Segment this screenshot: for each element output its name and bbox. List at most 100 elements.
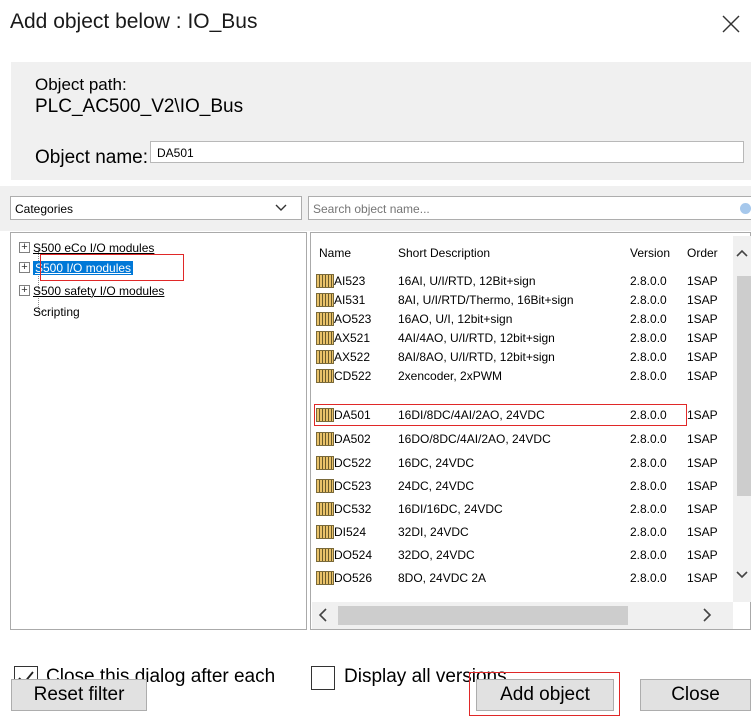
- add-object-button[interactable]: Add object: [476, 679, 614, 711]
- module-icon: [316, 548, 334, 562]
- row-order: 1SAP: [687, 369, 718, 383]
- table-row[interactable]: AX521 4AI/4AO, U/I/RTD, 12bit+sign 2.8.0…: [314, 329, 744, 348]
- expand-icon[interactable]: +: [19, 262, 30, 273]
- row-description: 8AI, U/I/RTD/Thermo, 16Bit+sign: [398, 293, 574, 307]
- row-version: 2.8.0.0: [630, 369, 667, 383]
- table-row[interactable]: CD522 2xencoder, 2xPWM 2.8.0.0 1SAP: [314, 367, 744, 386]
- tree-item-safety-io-modules[interactable]: + S500 safety I/O modules: [19, 284, 165, 302]
- row-description: 8DO, 24VDC 2A: [398, 571, 487, 585]
- row-version: 2.8.0.0: [630, 432, 667, 446]
- row-version: 2.8.0.0: [630, 548, 667, 562]
- row-description: 16AI, U/I/RTD, 12Bit+sign: [398, 274, 536, 288]
- row-version: 2.8.0.0: [630, 350, 667, 364]
- search-input[interactable]: [308, 196, 751, 220]
- table-row[interactable]: AO523 16AO, U/I, 12bit+sign 2.8.0.0 1SAP: [314, 310, 744, 329]
- module-icon: [316, 456, 334, 470]
- close-button[interactable]: Close: [640, 679, 751, 711]
- row-version: 2.8.0.0: [630, 571, 667, 585]
- row-version: 2.8.0.0: [630, 274, 667, 288]
- object-path-value: PLC_AC500_V2\IO_Bus: [35, 96, 244, 117]
- row-name: AO523: [334, 312, 372, 326]
- row-order: 1SAP: [687, 331, 718, 345]
- scroll-left-icon[interactable]: [318, 608, 328, 622]
- row-name: DC532: [334, 502, 372, 516]
- table-row[interactable]: DC532 16DI/16DC, 24VDC 2.8.0.0 1SAP: [314, 500, 744, 519]
- row-name: DI524: [334, 525, 367, 539]
- row-description: 16AO, U/I, 12bit+sign: [398, 312, 513, 326]
- search-icon[interactable]: [740, 203, 751, 214]
- module-icon: [316, 331, 334, 345]
- object-name-input[interactable]: [150, 141, 744, 163]
- table-row[interactable]: DO526 8DO, 24VDC 2A 2.8.0.0 1SAP: [314, 569, 744, 588]
- row-name: DC523: [334, 479, 372, 493]
- row-order: 1SAP: [687, 312, 718, 326]
- row-order: 1SAP: [687, 548, 718, 562]
- row-description: 16DI/16DC, 24VDC: [398, 502, 503, 516]
- row-order: 1SAP: [687, 571, 718, 585]
- row-order: 1SAP: [687, 293, 718, 307]
- chevron-down-icon[interactable]: [274, 203, 288, 213]
- row-highlight-box: [314, 404, 687, 426]
- row-description: 32DO, 24VDC: [398, 548, 475, 562]
- table-row[interactable]: DA502 16DO/8DC/4AI/2AO, 24VDC 2.8.0.0 1S…: [314, 430, 744, 449]
- row-version: 2.8.0.0: [630, 502, 667, 516]
- module-icon: [316, 432, 334, 446]
- table-row[interactable]: AI531 8AI, U/I/RTD/Thermo, 16Bit+sign 2.…: [314, 291, 744, 310]
- reset-filter-button[interactable]: Reset filter: [11, 679, 147, 711]
- column-header-description[interactable]: Short Description: [398, 246, 490, 260]
- row-order: 1SAP: [687, 456, 718, 470]
- category-dropdown[interactable]: Categories: [10, 196, 302, 220]
- vertical-scroll-thumb[interactable]: [737, 276, 751, 496]
- row-order: 1SAP: [687, 408, 718, 422]
- module-icon: [316, 293, 334, 307]
- table-row[interactable]: DO524 32DO, 24VDC 2.8.0.0 1SAP: [314, 546, 744, 565]
- row-order: 1SAP: [687, 525, 718, 539]
- row-name: CD522: [334, 369, 372, 383]
- row-description: 4AI/4AO, U/I/RTD, 12bit+sign: [398, 331, 555, 345]
- row-description: 16DO/8DC/4AI/2AO, 24VDC: [398, 432, 551, 446]
- column-header-version[interactable]: Version: [630, 246, 670, 260]
- expand-icon[interactable]: +: [19, 285, 30, 296]
- table-row[interactable]: DI524 32DI, 24VDC 2.8.0.0 1SAP: [314, 523, 744, 542]
- horizontal-scroll-thumb[interactable]: [338, 606, 628, 625]
- tree-item-scripting[interactable]: Scripting: [33, 305, 80, 323]
- row-order: 1SAP: [687, 350, 718, 364]
- scroll-right-icon[interactable]: [702, 608, 712, 622]
- module-icon: [316, 312, 334, 326]
- display-all-versions-checkbox[interactable]: [311, 666, 335, 690]
- table-row[interactable]: AX522 8AI/8AO, U/I/RTD, 12bit+sign 2.8.0…: [314, 348, 744, 367]
- row-version: 2.8.0.0: [630, 312, 667, 326]
- row-description: 16DC, 24VDC: [398, 456, 475, 470]
- close-icon[interactable]: [716, 8, 746, 38]
- column-header-name[interactable]: Name: [319, 246, 351, 260]
- module-icon: [316, 274, 334, 288]
- table-row[interactable]: DC522 16DC, 24VDC 2.8.0.0 1SAP: [314, 454, 744, 473]
- row-version: 2.8.0.0: [630, 293, 667, 307]
- row-order: 1SAP: [687, 502, 718, 516]
- tree-item-label: S500 safety I/O modules: [33, 284, 165, 298]
- row-description: 2xencoder, 2xPWM: [398, 369, 503, 383]
- row-name: DO524: [334, 548, 373, 562]
- table-row[interactable]: AI523 16AI, U/I/RTD, 12Bit+sign 2.8.0.0 …: [314, 272, 744, 291]
- row-description: 32DI, 24VDC: [398, 525, 469, 539]
- column-header-order[interactable]: Order: [687, 246, 718, 260]
- row-name: AI531: [334, 293, 366, 307]
- scroll-down-icon[interactable]: [736, 570, 748, 580]
- module-icon: [316, 502, 334, 516]
- tree-highlight-box: [40, 254, 184, 281]
- row-description: 8AI/8AO, U/I/RTD, 12bit+sign: [398, 350, 555, 364]
- row-name: DO526: [334, 571, 373, 585]
- row-version: 2.8.0.0: [630, 479, 667, 493]
- row-name: AX521: [334, 331, 371, 345]
- table-row[interactable]: DC523 24DC, 24VDC 2.8.0.0 1SAP: [314, 477, 744, 496]
- scroll-up-icon[interactable]: [736, 248, 748, 258]
- module-icon: [316, 369, 334, 383]
- dialog-title: Add object below : IO_Bus: [10, 10, 258, 33]
- row-name: DA502: [334, 432, 371, 446]
- tree-item-label: Scripting: [33, 305, 80, 319]
- row-version: 2.8.0.0: [630, 525, 667, 539]
- expand-icon[interactable]: +: [19, 242, 30, 253]
- row-order: 1SAP: [687, 432, 718, 446]
- row-name: AI523: [334, 274, 366, 288]
- row-version: 2.8.0.0: [630, 456, 667, 470]
